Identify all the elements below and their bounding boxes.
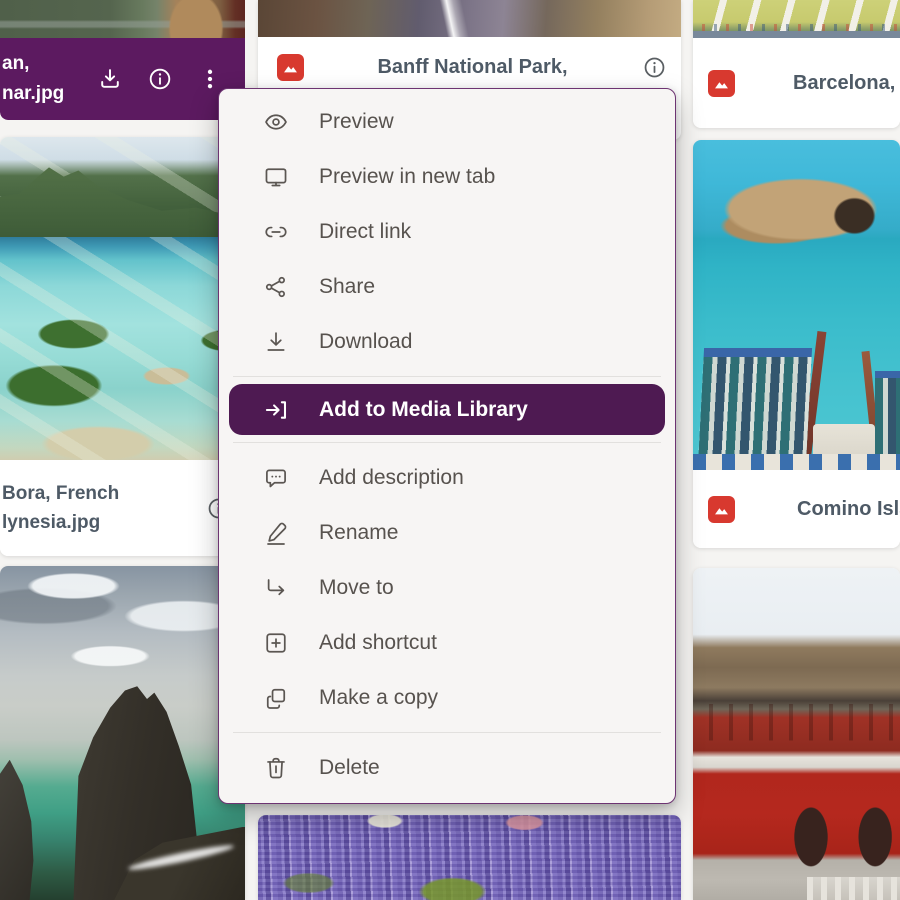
selected-filename: an, nar.jpg (2, 49, 64, 109)
trash-icon (263, 755, 289, 781)
selected-tile-actions (97, 66, 223, 92)
selected-tile-action-bar: an, nar.jpg (0, 38, 245, 120)
menu-item-make-a-copy[interactable]: Make a copy (219, 670, 675, 725)
banff-thumbnail[interactable] (258, 0, 681, 37)
eye-icon (263, 109, 289, 135)
menu-item-download[interactable]: Download (219, 314, 675, 369)
deck-chair (698, 348, 812, 466)
menu-item-preview-new-tab[interactable]: Preview in new tab (219, 149, 675, 204)
lupine-thumbnail[interactable] (258, 815, 681, 900)
menu-item-label: Add to Media Library (319, 398, 528, 422)
menu-item-delete[interactable]: Delete (219, 740, 675, 795)
menu-item-preview[interactable]: Preview (219, 94, 675, 149)
menu-item-label: Move to (319, 576, 394, 600)
tile-lupine-field[interactable] (258, 815, 681, 900)
bora-title-line1: Bora, French (2, 483, 119, 504)
menu-item-add-shortcut[interactable]: Add shortcut (219, 615, 675, 670)
menu-item-label: Preview (319, 110, 394, 134)
arrow-move-icon (263, 575, 289, 601)
menu-item-label: Preview in new tab (319, 165, 495, 189)
pencil-icon (263, 520, 289, 546)
monitor-icon (263, 164, 289, 190)
barcelona-thumbnail[interactable] (693, 0, 900, 38)
noronha-left-rock (0, 760, 54, 900)
arrow-enter-icon (263, 397, 289, 423)
menu-item-label: Add shortcut (319, 631, 437, 655)
barcelona-title: Barcelona, (793, 69, 895, 98)
menu-item-label: Share (319, 275, 375, 299)
menu-item-share[interactable]: Share (219, 259, 675, 314)
bora-tile-footer: Bora, French lynesia.jpg (0, 460, 245, 556)
tile-forbidden-city[interactable] (693, 568, 900, 900)
more-options-icon[interactable] (197, 66, 223, 92)
comino-tile-footer: Comino Islan (693, 470, 900, 548)
menu-item-add-to-media-library[interactable]: Add to Media Library (229, 384, 665, 435)
menu-item-label: Rename (319, 521, 398, 545)
context-menu: Preview Preview in new tab Direct link S… (218, 88, 676, 804)
menu-item-label: Add description (319, 466, 464, 490)
comino-thumbnail[interactable] (693, 140, 900, 470)
bora-bora-thumbnail[interactable] (0, 137, 245, 460)
menu-item-label: Download (319, 330, 412, 354)
menu-item-label: Direct link (319, 220, 411, 244)
forbidden-city-thumbnail[interactable] (693, 568, 900, 900)
menu-item-label: Delete (319, 756, 380, 780)
checkered-wall (693, 454, 900, 471)
myanmar-thumbnail[interactable] (0, 0, 245, 38)
selected-filename-line1: an, (2, 53, 29, 74)
menu-item-move-to[interactable]: Move to (219, 560, 675, 615)
image-file-icon (708, 496, 735, 523)
menu-item-rename[interactable]: Rename (219, 505, 675, 560)
banff-title: Banff National Park, (314, 53, 631, 82)
selected-filename-line2: nar.jpg (2, 83, 64, 104)
image-file-icon (708, 70, 735, 97)
deck-chair (875, 371, 900, 464)
comino-title: Comino Islan (797, 495, 900, 524)
tile-bora-bora[interactable]: Bora, French lynesia.jpg (0, 137, 245, 556)
add-square-icon (263, 630, 289, 656)
bora-title: Bora, French lynesia.jpg (2, 479, 119, 537)
stone-fence (807, 877, 900, 900)
info-icon[interactable] (147, 66, 173, 92)
link-icon (263, 219, 289, 245)
menu-divider (233, 442, 661, 443)
bora-title-line2: lynesia.jpg (2, 512, 100, 533)
tile-comino[interactable]: Comino Islan (693, 140, 900, 548)
comment-icon (263, 465, 289, 491)
copy-icon (263, 685, 289, 711)
menu-item-label: Make a copy (319, 686, 438, 710)
download-icon[interactable] (97, 66, 123, 92)
menu-item-direct-link[interactable]: Direct link (219, 204, 675, 259)
info-icon[interactable] (641, 54, 667, 80)
tile-barcelona[interactable]: Barcelona, (693, 0, 900, 128)
menu-divider (233, 732, 661, 733)
tile-noronha[interactable] (0, 566, 245, 900)
share-icon (263, 274, 289, 300)
image-file-icon (277, 54, 304, 81)
menu-item-add-description[interactable]: Add description (219, 450, 675, 505)
tile-selected-myanmar[interactable]: an, nar.jpg (0, 0, 245, 120)
barcelona-tile-footer: Barcelona, (693, 38, 900, 128)
bora-mountain-ridge (0, 160, 245, 238)
media-gallery-screen: an, nar.jpg (0, 0, 900, 900)
noronha-thumbnail[interactable] (0, 566, 245, 900)
download-icon (263, 329, 289, 355)
menu-divider (233, 376, 661, 377)
